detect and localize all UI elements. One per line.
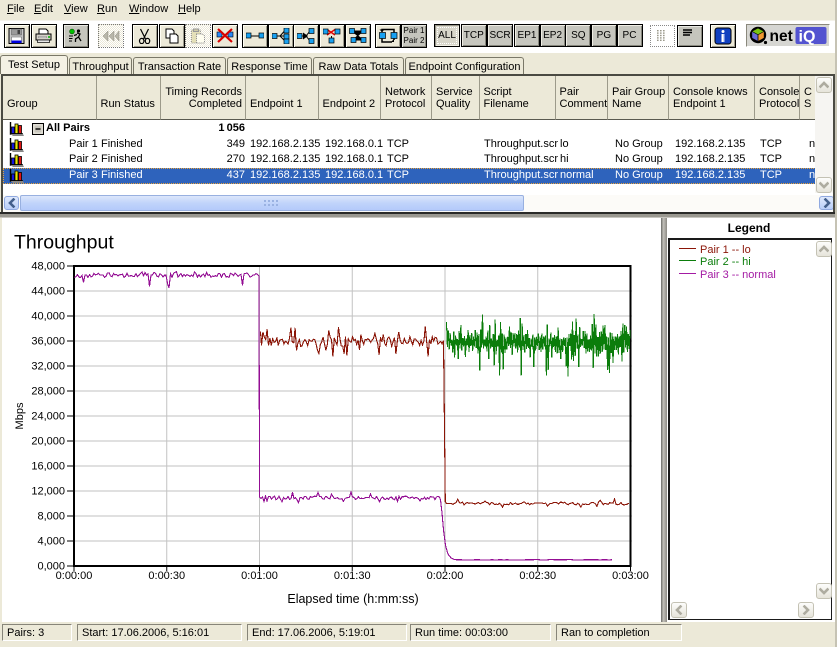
svg-text:0:02:30: 0:02:30 xyxy=(519,570,556,582)
svg-text:24,000: 24,000 xyxy=(31,411,65,423)
svg-text:20,000: 20,000 xyxy=(31,436,65,448)
svg-text:Elapsed time (h:mm:ss): Elapsed time (h:mm:ss) xyxy=(287,592,418,606)
svg-text:net: net xyxy=(770,28,793,45)
svg-text:0:03:00: 0:03:00 xyxy=(612,570,649,582)
svg-text:44,000: 44,000 xyxy=(31,286,65,298)
svg-text:iQ: iQ xyxy=(799,29,816,46)
svg-text:0:02:00: 0:02:00 xyxy=(427,570,464,582)
svg-text:16,000: 16,000 xyxy=(31,461,65,473)
svg-text:0:00:00: 0:00:00 xyxy=(56,570,93,582)
svg-text:Mbps: Mbps xyxy=(14,402,26,429)
svg-text:12,000: 12,000 xyxy=(31,486,65,498)
svg-text:0:01:30: 0:01:30 xyxy=(334,570,371,582)
svg-text:32,000: 32,000 xyxy=(31,361,65,373)
svg-text:48,000: 48,000 xyxy=(31,261,65,273)
svg-text:Throughput: Throughput xyxy=(14,232,114,254)
svg-text:0:00:30: 0:00:30 xyxy=(148,570,185,582)
svg-text:8,000: 8,000 xyxy=(37,511,65,523)
svg-text:0:01:00: 0:01:00 xyxy=(241,570,278,582)
svg-text:4,000: 4,000 xyxy=(37,536,65,548)
svg-text:36,000: 36,000 xyxy=(31,336,65,348)
svg-text:28,000: 28,000 xyxy=(31,386,65,398)
svg-text:40,000: 40,000 xyxy=(31,311,65,323)
